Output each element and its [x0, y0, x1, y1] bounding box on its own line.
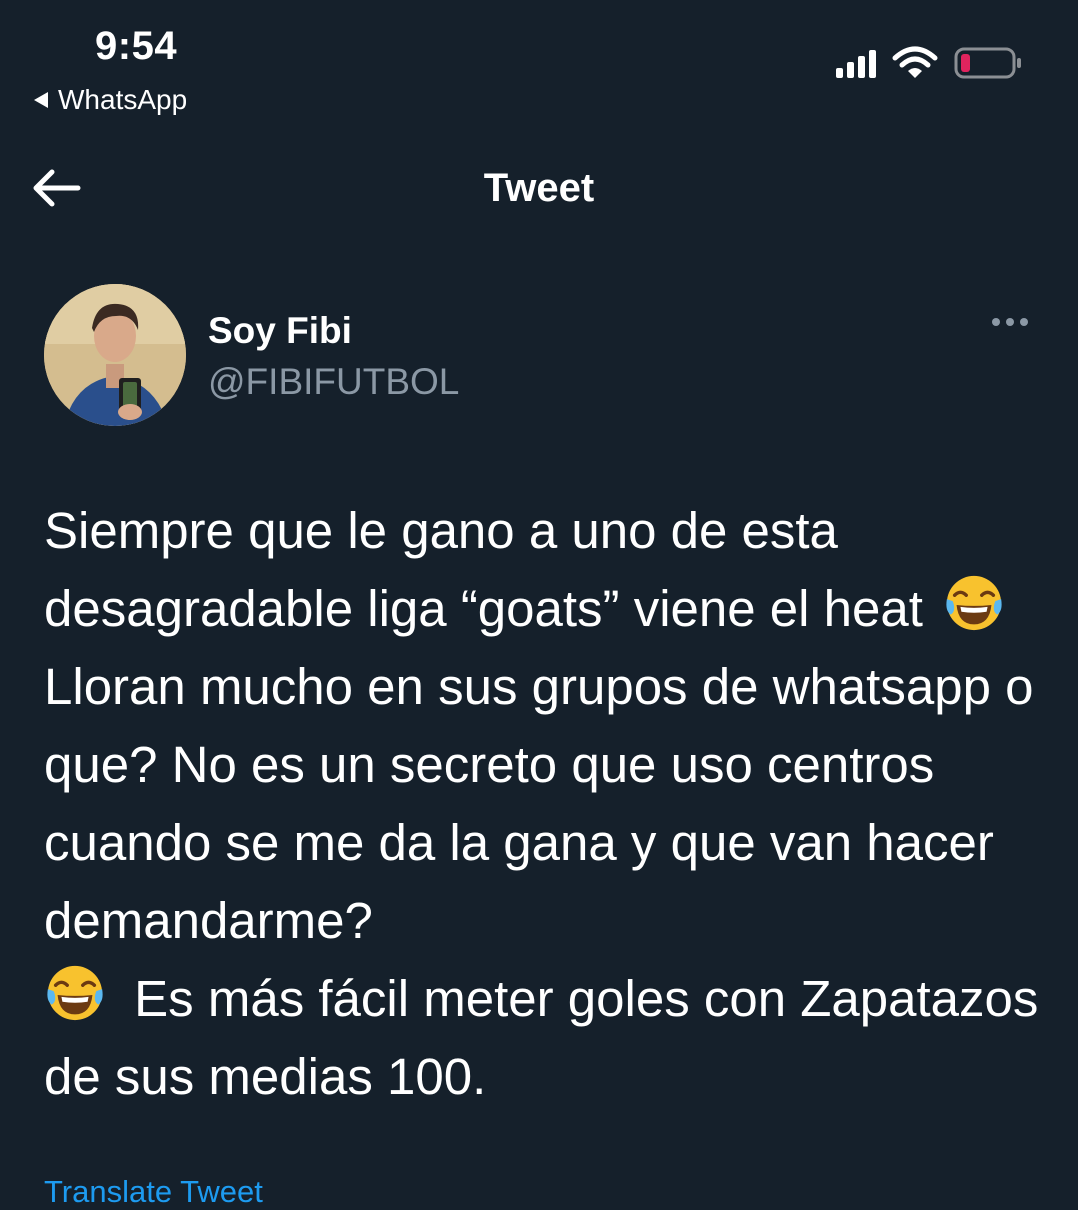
translate-tweet-link[interactable]: Translate Tweet	[44, 1174, 263, 1210]
page-title: Tweet	[483, 166, 595, 210]
author-name[interactable]: Soy Fibi	[208, 310, 352, 352]
battery-icon	[954, 47, 1021, 79]
avatar[interactable]	[44, 284, 186, 426]
wifi-icon	[892, 46, 938, 78]
face-with-tears-of-joy-icon	[946, 575, 1002, 631]
tweet-text: Siempre que le gano a uno de esta desagr…	[44, 492, 1044, 1116]
back-to-app-button[interactable]: WhatsApp	[34, 84, 187, 116]
status-time: 9:54	[95, 24, 178, 68]
face-with-tears-of-joy-icon	[47, 965, 103, 1021]
tweet-text-part-1: Siempre que le gano a uno de esta desagr…	[44, 502, 938, 637]
back-triangle-icon	[34, 92, 48, 108]
author-handle[interactable]: @FIBIFUTBOL	[208, 361, 459, 403]
more-options-icon[interactable]	[992, 318, 1028, 326]
back-app-label: WhatsApp	[58, 84, 188, 115]
cellular-signal-icon	[836, 48, 876, 78]
tweet-text-part-2: Lloran mucho en sus grupos de whatsapp o…	[44, 658, 1034, 949]
tweet-text-part-3: Es más fácil meter goles con Zapatazos d…	[44, 970, 1039, 1105]
status-icons	[836, 46, 1024, 80]
avatar-image	[44, 284, 186, 426]
